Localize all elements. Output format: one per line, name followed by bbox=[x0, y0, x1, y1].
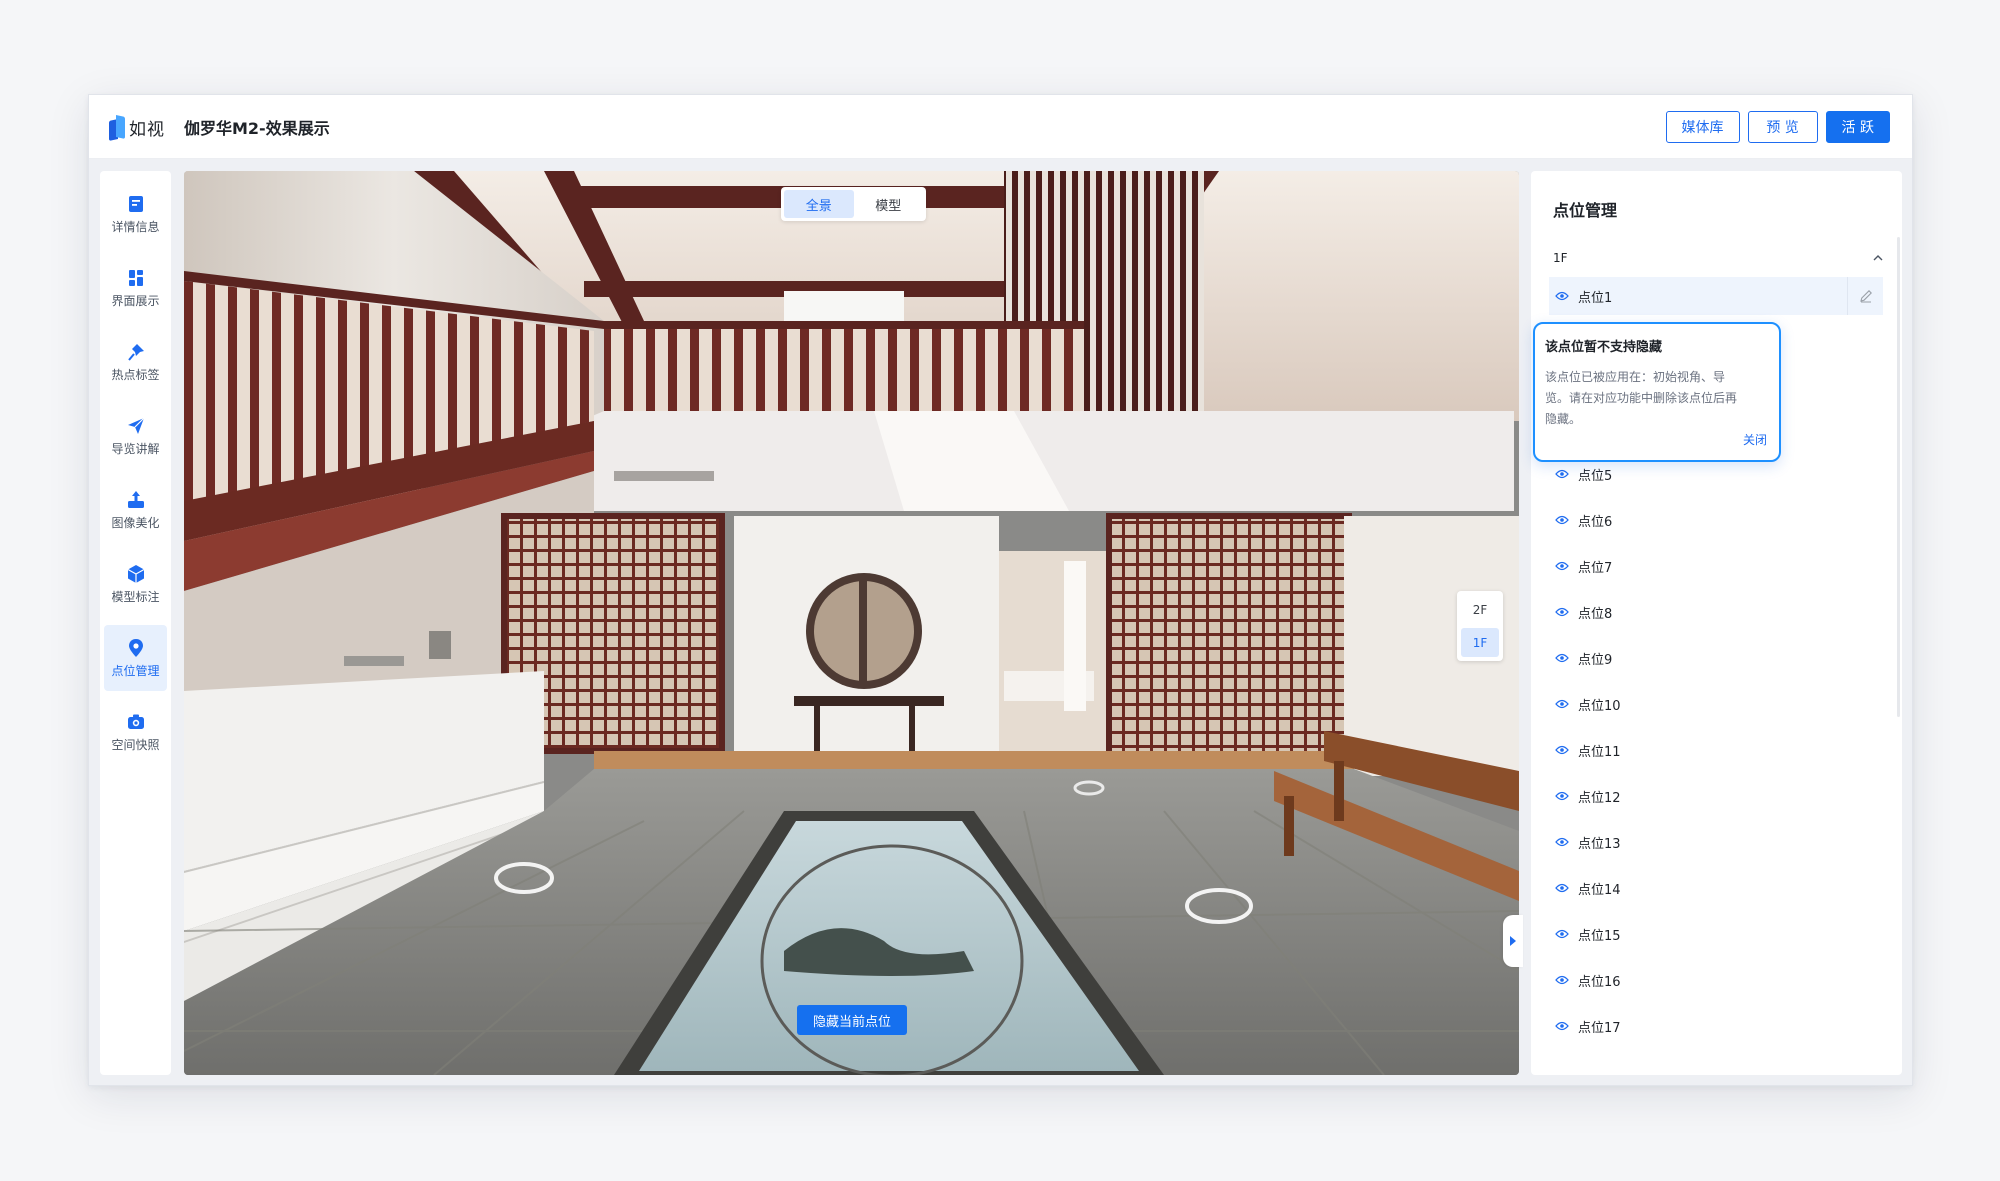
page-title: 伽罗华M2-效果展示 bbox=[184, 119, 330, 138]
point-label: 点位10 bbox=[1578, 698, 1621, 714]
point-label: 点位17 bbox=[1578, 1020, 1621, 1036]
eye-icon[interactable] bbox=[1555, 607, 1569, 617]
logo-text: 如视 bbox=[129, 120, 165, 140]
paper-plane-icon bbox=[127, 417, 144, 434]
eye-icon[interactable] bbox=[1555, 837, 1569, 847]
hide-current-point-button[interactable]: 隐藏当前点位 bbox=[797, 1005, 907, 1035]
list-item[interactable]: 点位11 bbox=[1549, 727, 1883, 773]
eye-icon[interactable] bbox=[1555, 699, 1569, 709]
eye-icon[interactable] bbox=[1555, 469, 1569, 479]
list-item[interactable]: 点位7 bbox=[1549, 543, 1883, 589]
camera-icon bbox=[127, 714, 144, 729]
edit-button[interactable] bbox=[1847, 277, 1883, 315]
eye-icon[interactable] bbox=[1555, 791, 1569, 801]
location-pin-icon bbox=[128, 638, 143, 657]
point-label: 点位9 bbox=[1578, 652, 1613, 668]
eye-icon[interactable] bbox=[1555, 515, 1569, 525]
sidebar-item-model-annotation[interactable]: 模型标注 bbox=[104, 551, 167, 617]
eye-icon[interactable] bbox=[1555, 745, 1569, 755]
point-label: 点位16 bbox=[1578, 974, 1621, 990]
point-label: 点位5 bbox=[1578, 468, 1613, 484]
sidebar-item-label: 热点标签 bbox=[111, 367, 160, 382]
list-item[interactable]: 点位1 bbox=[1549, 277, 1883, 315]
list-item[interactable]: 点位17 bbox=[1549, 1003, 1883, 1049]
floor-2f[interactable]: 2F bbox=[1461, 595, 1499, 624]
floor-switcher: 2F 1F bbox=[1457, 591, 1503, 661]
tab-panorama[interactable]: 全景 bbox=[784, 190, 854, 218]
eye-icon[interactable] bbox=[1555, 975, 1569, 985]
sidebar-item-label: 图像美化 bbox=[111, 515, 160, 530]
sidebar-item-label: 界面展示 bbox=[111, 293, 160, 308]
eye-icon[interactable] bbox=[1555, 561, 1569, 571]
point-label: 点位1 bbox=[1578, 290, 1613, 306]
pencil-icon bbox=[1859, 290, 1872, 303]
popover-close-link[interactable]: 关闭 bbox=[1743, 431, 1767, 448]
point-label: 点位8 bbox=[1578, 606, 1613, 622]
sidebar-item-label: 点位管理 bbox=[111, 663, 160, 678]
layout-icon bbox=[128, 269, 143, 286]
eye-icon[interactable] bbox=[1555, 929, 1569, 939]
list-item[interactable]: 点位14 bbox=[1549, 865, 1883, 911]
view-mode-switch: 全景 模型 bbox=[781, 187, 926, 221]
panel-collapse-toggle[interactable] bbox=[1503, 915, 1523, 967]
logo-icon bbox=[109, 114, 125, 141]
point-label: 点位13 bbox=[1578, 836, 1621, 852]
image-enhance-icon bbox=[127, 490, 144, 508]
list-item[interactable]: 点位15 bbox=[1549, 911, 1883, 957]
sidebar-item-image-enhance[interactable]: 图像美化 bbox=[104, 477, 167, 543]
popover-title: 该点位暂不支持隐藏 bbox=[1545, 340, 1663, 355]
sidebar-item-hotspots[interactable]: 热点标签 bbox=[104, 329, 167, 395]
point-label: 点位11 bbox=[1578, 744, 1621, 760]
point-label: 点位6 bbox=[1578, 514, 1613, 530]
logo[interactable]: 如视 bbox=[109, 114, 165, 141]
media-library-button[interactable]: 媒体库 bbox=[1665, 111, 1740, 143]
activate-button[interactable]: 活 跃 bbox=[1825, 111, 1890, 143]
eye-icon[interactable] bbox=[1555, 883, 1569, 893]
scrollbar[interactable] bbox=[1897, 237, 1900, 717]
preview-button[interactable]: 预 览 bbox=[1747, 111, 1818, 143]
sidebar: 详情信息 界面展示 热点标签 导览讲解 图像美化 模型标注 点位管理 空间快照 bbox=[100, 171, 171, 1075]
list-item[interactable]: 点位16 bbox=[1549, 957, 1883, 1003]
panorama-image bbox=[184, 171, 1519, 1075]
tab-model[interactable]: 模型 bbox=[854, 190, 924, 218]
sidebar-item-layout[interactable]: 界面展示 bbox=[104, 255, 167, 321]
floor-1f[interactable]: 1F bbox=[1461, 628, 1499, 657]
caret-right-icon bbox=[1510, 936, 1516, 946]
panorama-viewer[interactable]: 全景 模型 2F 1F 隐藏当前点位 bbox=[184, 171, 1519, 1075]
floor-group-label: 1F bbox=[1553, 251, 1568, 265]
point-label: 点位15 bbox=[1578, 928, 1621, 944]
list-item[interactable]: 点位6 bbox=[1549, 497, 1883, 543]
cannot-hide-popover: 该点位暂不支持隐藏 该点位已被应用在：初始视角、导 览。请在对应功能中删除该点位… bbox=[1533, 322, 1781, 462]
list-item[interactable]: 点位12 bbox=[1549, 773, 1883, 819]
sidebar-item-guide[interactable]: 导览讲解 bbox=[104, 403, 167, 469]
info-card-icon bbox=[128, 195, 143, 212]
eye-icon[interactable] bbox=[1555, 653, 1569, 663]
list-item[interactable]: 点位13 bbox=[1549, 819, 1883, 865]
sidebar-item-details[interactable]: 详情信息 bbox=[104, 181, 167, 247]
panel-title: 点位管理 bbox=[1553, 201, 1618, 220]
header-actions: 媒体库 预 览 活 跃 bbox=[1665, 111, 1890, 143]
point-label: 点位7 bbox=[1578, 560, 1613, 576]
point-label: 点位14 bbox=[1578, 882, 1621, 898]
eye-icon[interactable] bbox=[1555, 291, 1569, 301]
list-item[interactable]: 点位10 bbox=[1549, 681, 1883, 727]
top-bar: 如视 伽罗华M2-效果展示 媒体库 预 览 活 跃 bbox=[89, 95, 1912, 159]
point-management-panel: 点位管理 1F 点位1 点位5 点位6 点位7 点位8 点位9 点位10 点位1… bbox=[1531, 171, 1902, 1075]
eye-icon[interactable] bbox=[1555, 1021, 1569, 1031]
sidebar-item-label: 空间快照 bbox=[111, 737, 160, 752]
sidebar-item-label: 详情信息 bbox=[111, 219, 160, 234]
popover-body: 该点位已被应用在：初始视角、导 览。请在对应功能中删除该点位后再 隐藏。 bbox=[1545, 370, 1738, 426]
sidebar-item-label: 模型标注 bbox=[111, 589, 160, 604]
list-item[interactable]: 点位8 bbox=[1549, 589, 1883, 635]
list-item[interactable]: 点位9 bbox=[1549, 635, 1883, 681]
sidebar-item-label: 导览讲解 bbox=[111, 441, 160, 456]
sidebar-item-point-management[interactable]: 点位管理 bbox=[104, 625, 167, 691]
cube-icon bbox=[127, 564, 144, 583]
floor-group-header[interactable]: 1F bbox=[1553, 251, 1883, 265]
chevron-up-icon bbox=[1873, 255, 1883, 261]
pin-tag-icon bbox=[127, 343, 144, 361]
point-label: 点位12 bbox=[1578, 790, 1621, 806]
app-window: 如视 伽罗华M2-效果展示 媒体库 预 览 活 跃 详情信息 界面展示 热点标签… bbox=[88, 94, 1913, 1086]
sidebar-item-snapshot[interactable]: 空间快照 bbox=[104, 699, 167, 765]
